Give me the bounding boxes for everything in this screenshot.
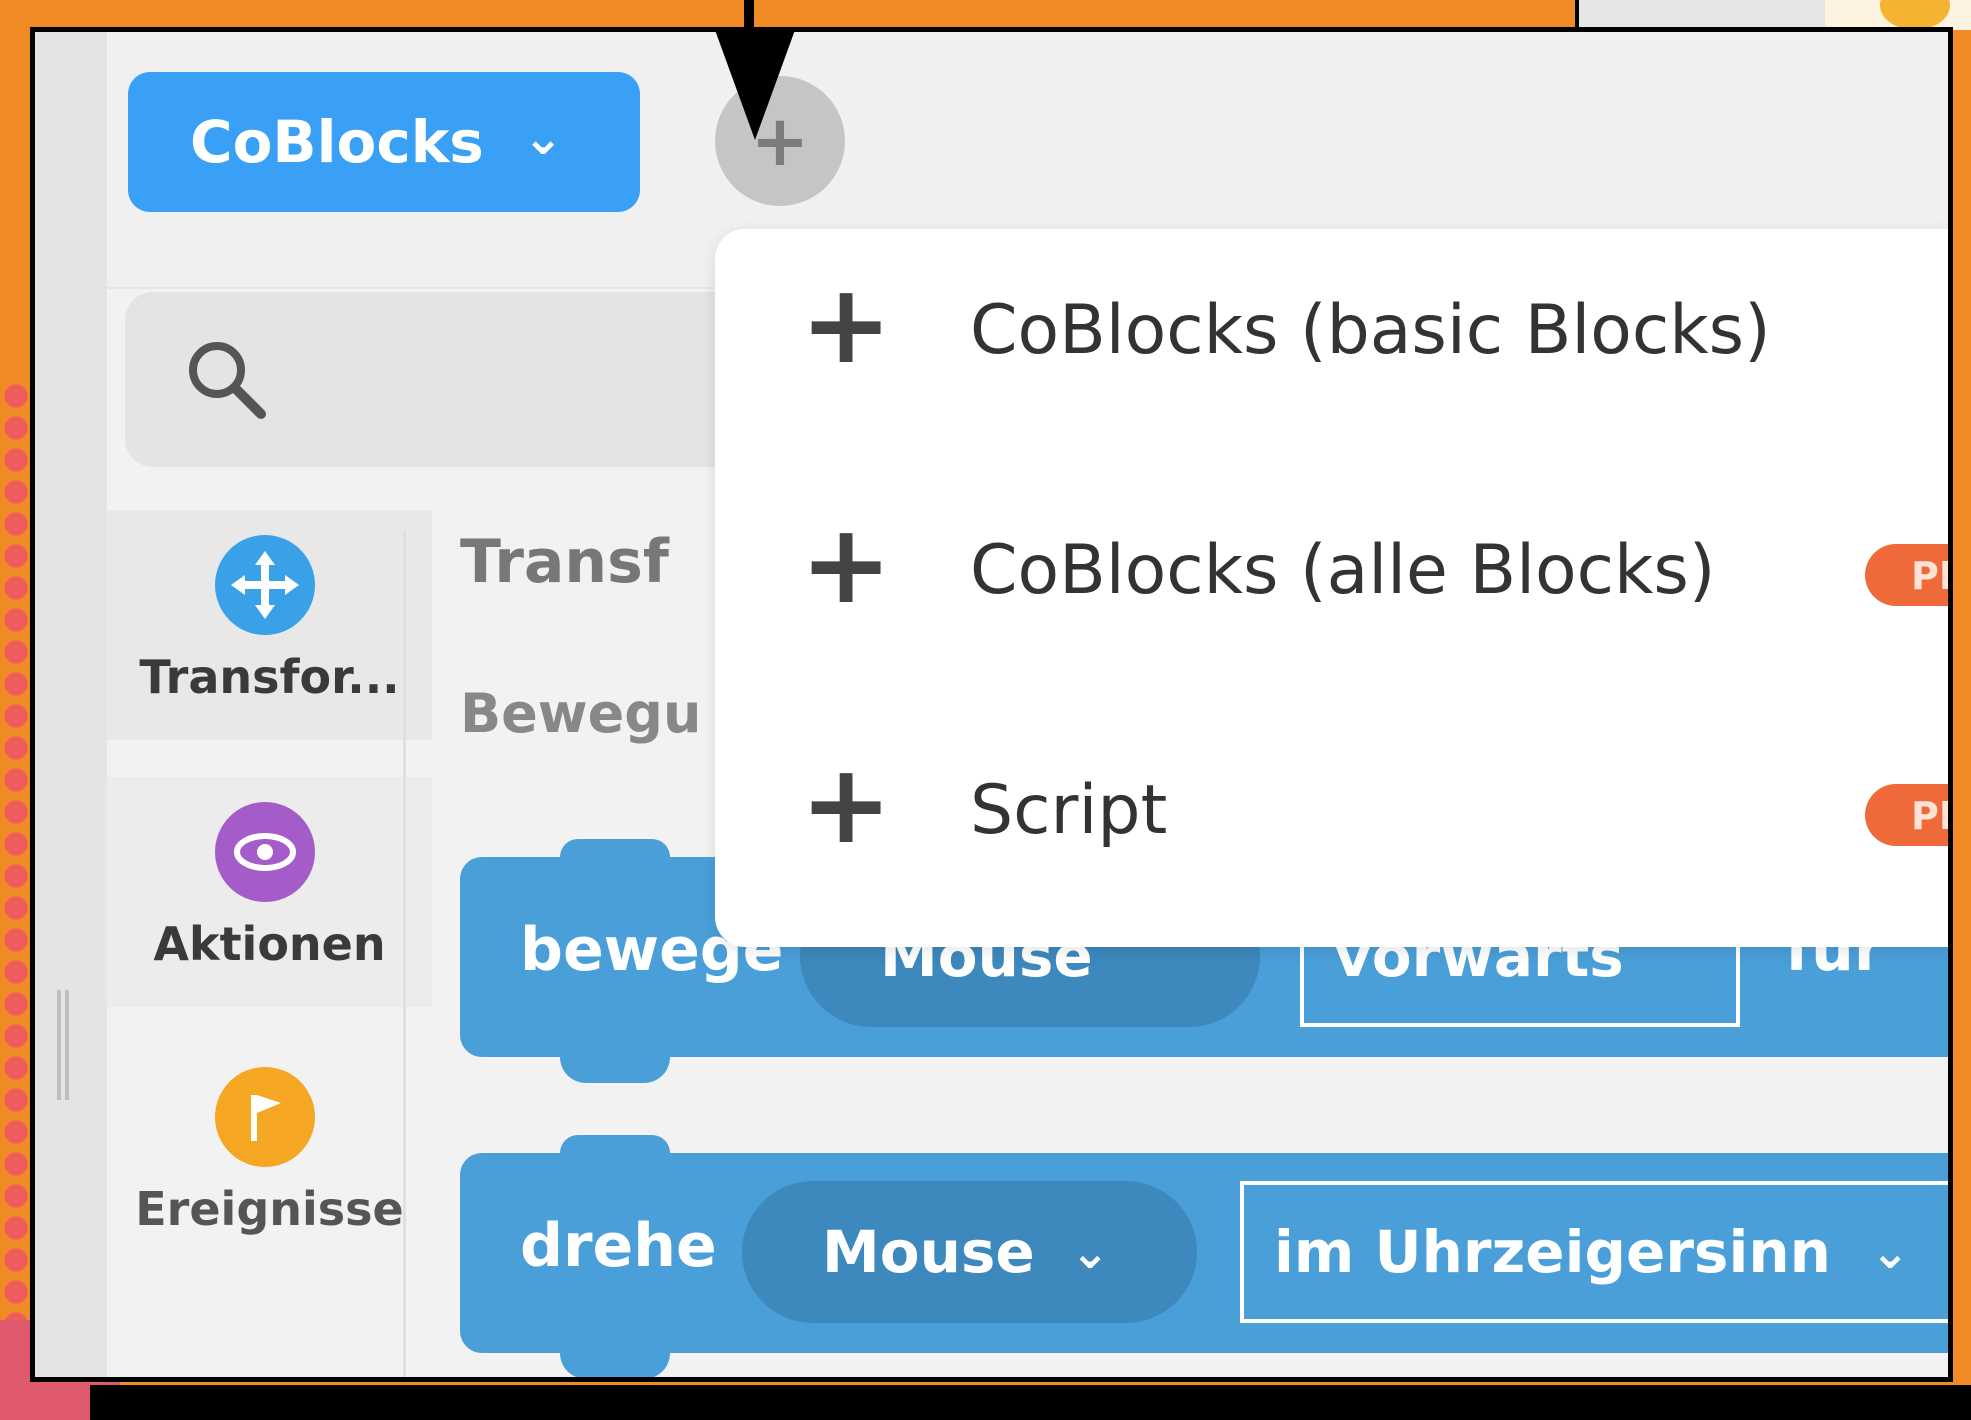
block-notch [560,839,670,857]
category-actions[interactable]: Aktionen [107,777,432,1007]
section-subtitle: Bewegu [460,682,702,745]
menu-item-label: CoBlocks (alle Blocks) [970,531,1716,610]
background-window [1575,0,1829,30]
pro-badge: PRO [1865,544,1948,606]
block-notch [560,1135,670,1153]
menu-item-coblocks-all[interactable]: + CoBlocks (alle Blocks) PRO [715,469,1948,669]
chevron-down-icon: ⌄ [523,110,564,166]
left-strip [35,32,107,1377]
menu-item-coblocks-basic[interactable]: + CoBlocks (basic Blocks) [715,229,1948,429]
divider [403,530,406,1377]
flag-icon [215,1067,315,1167]
direction-selector-label: im Uhrzeigersinn [1274,1218,1831,1286]
menu-item-script[interactable]: + Script PRO [715,709,1948,909]
pro-badge: PRO [1865,784,1948,846]
resize-handle[interactable] [57,990,69,1100]
object-selector[interactable]: Mouse ⌄ [742,1181,1197,1323]
frame-border [90,1385,1971,1420]
plus-icon: + [800,500,893,628]
plus-icon: + [800,740,893,868]
annotation-arrow-icon [715,30,795,140]
block-tab [560,1057,670,1083]
direction-selector[interactable]: im Uhrzeigersinn ⌄ [1240,1181,1948,1323]
category-transform[interactable]: Transfor... [107,510,432,740]
menu-item-label: CoBlocks (basic Blocks) [970,291,1771,370]
move-arrows-icon [215,535,315,635]
plus-icon: + [800,260,893,388]
object-selector-label: Mouse [822,1218,1035,1286]
add-menu-popup: + CoBlocks (basic Blocks) + CoBlocks (al… [715,229,1948,947]
category-label: Transfor... [139,650,400,704]
block-keyword: drehe [520,1211,717,1281]
chevron-down-icon: ⌄ [1870,1225,1910,1279]
search-icon [189,342,266,419]
chevron-down-icon: ⌄ [1070,1225,1110,1279]
category-sidebar: Transfor... Aktionen Ereignisse [107,510,432,1377]
block-tab [560,1353,670,1377]
eye-icon [215,802,315,902]
menu-item-label: Script [970,771,1168,850]
section-title: Transf [460,527,669,597]
editor-window: CoBlocks ⌄ + Transfor... Aktionen Ereign… [30,27,1953,1382]
project-dropdown[interactable]: CoBlocks ⌄ [128,72,640,212]
category-label: Ereignisse [135,1182,404,1236]
project-dropdown-label: CoBlocks [190,108,484,176]
code-block-turn[interactable]: drehe Mouse ⌄ im Uhrzeigersinn ⌄ [460,1135,1948,1377]
category-label: Aktionen [153,917,386,971]
category-events[interactable]: Ereignisse [107,1042,432,1272]
